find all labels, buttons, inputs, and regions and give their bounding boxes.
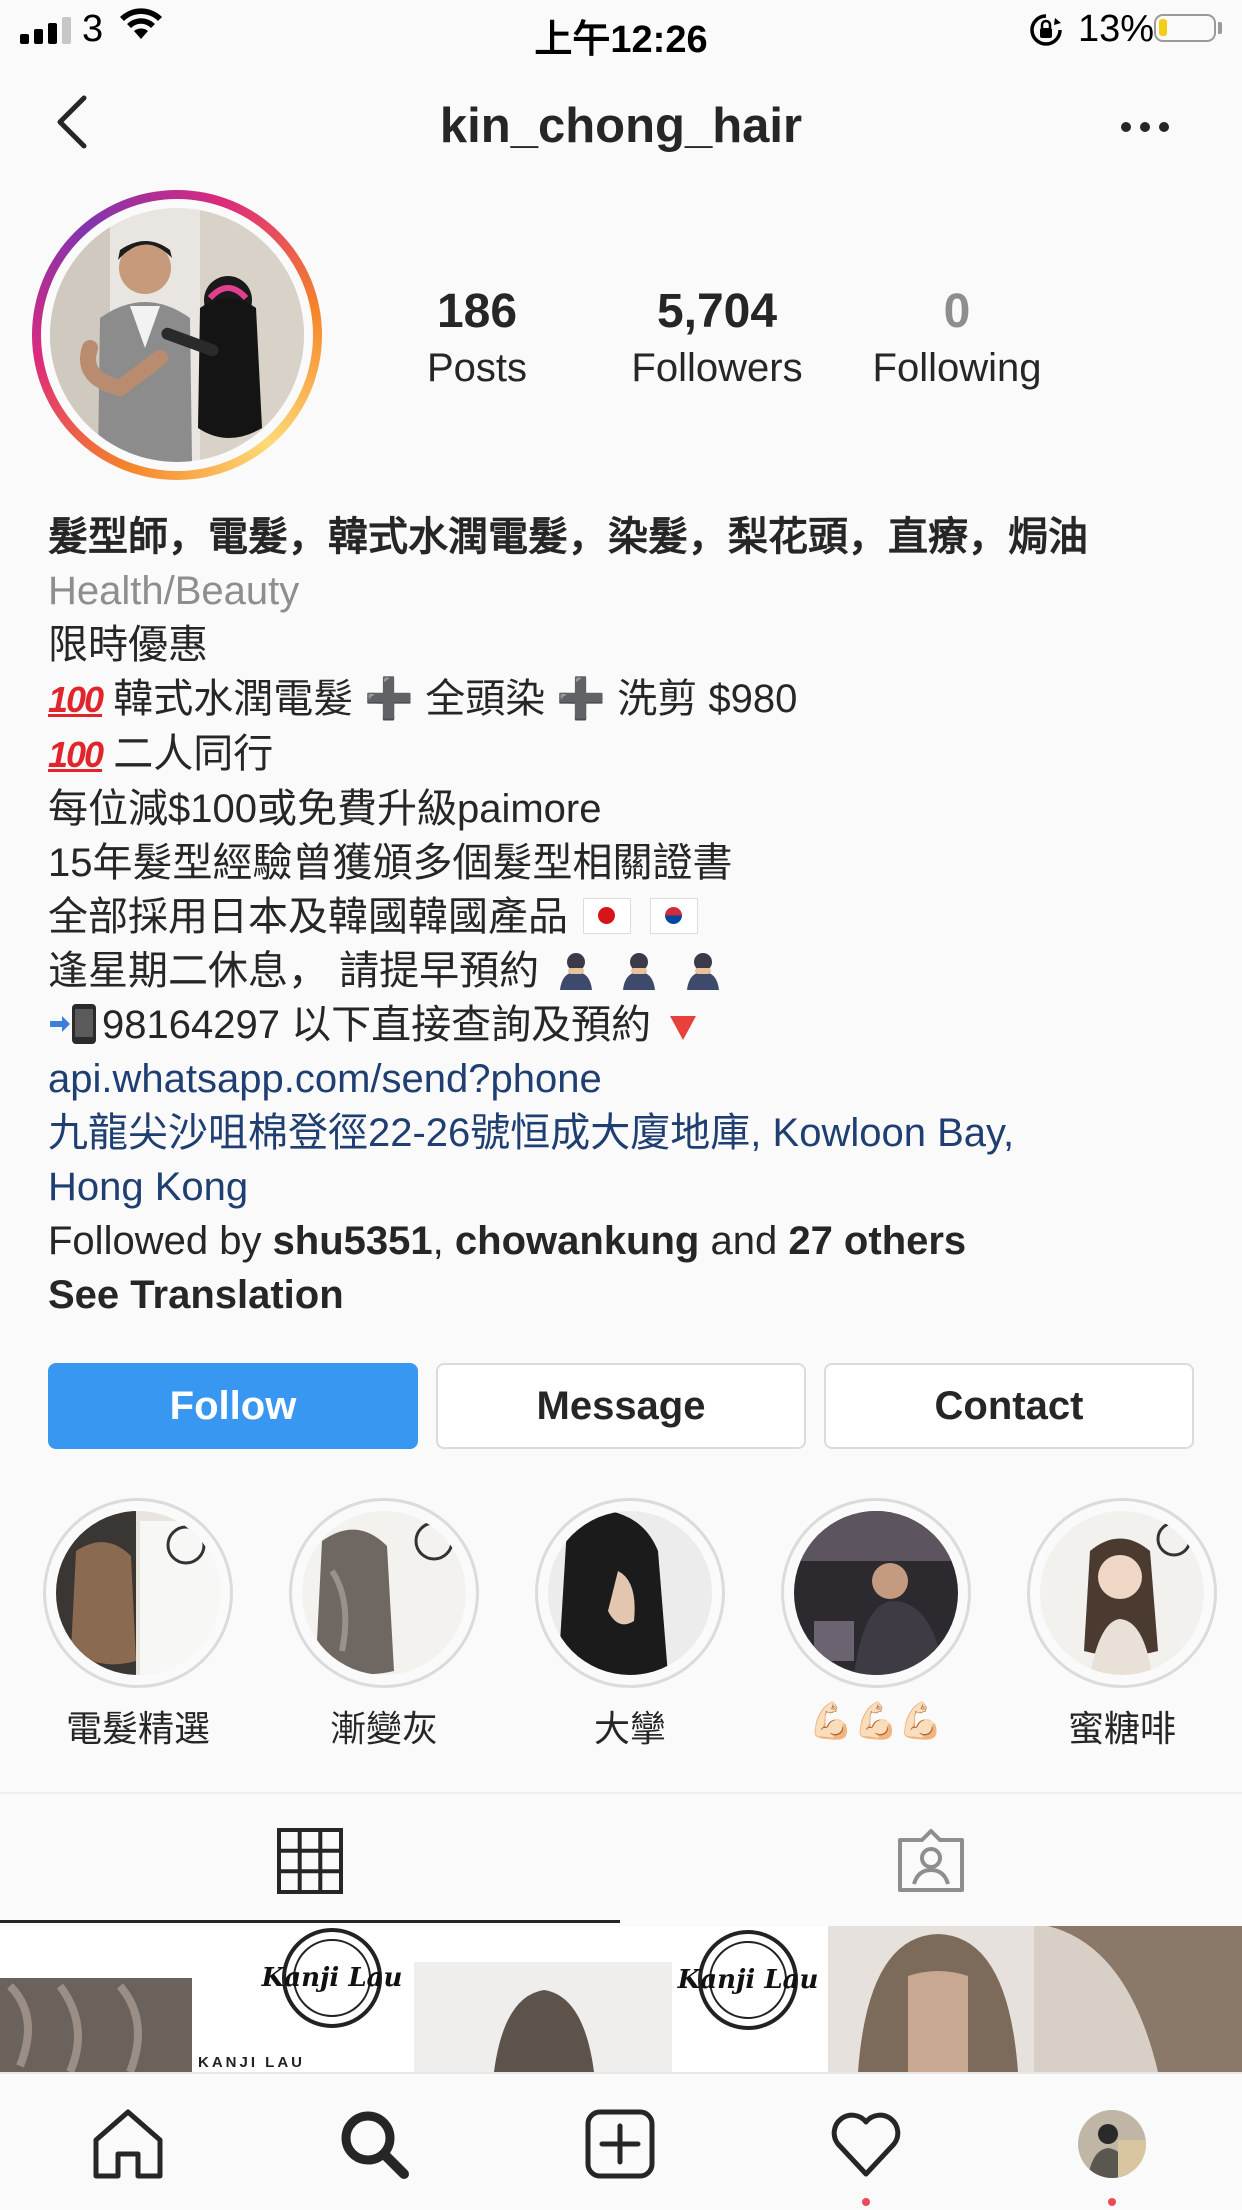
stat-following[interactable]: 0 Following — [837, 282, 1077, 394]
bio-line: 每位減$100或免費升級paimore — [48, 787, 602, 831]
japan-flag-icon — [583, 898, 632, 934]
following-count: 0 — [943, 285, 971, 338]
svg-text:Kanji Lau: Kanji Lau — [677, 1965, 819, 1995]
followed-by[interactable]: Followed by shu5351, chowankung and 27 o… — [48, 1214, 1208, 1268]
address-link[interactable]: 九龍尖沙咀棉登徑22-26號恒成大廈地庫, Kowloon Bay, — [48, 1106, 1208, 1160]
activity-notification-dot — [862, 2198, 870, 2206]
highlight-label: 電髮精選 — [65, 1708, 210, 1749]
stat-posts[interactable]: 186 Posts — [357, 282, 597, 394]
grid-view-icon[interactable] — [277, 1828, 343, 1894]
bowing-person-icon — [560, 953, 593, 990]
highlight-cover — [302, 1511, 466, 1675]
contact-button[interactable]: Contact — [824, 1363, 1194, 1449]
bio-line: 98164297 以下直接查詢及預約 — [48, 998, 1208, 1052]
search-icon[interactable] — [334, 2104, 414, 2184]
address-link-continued[interactable]: Hong Kong — [48, 1160, 1208, 1214]
grid-post[interactable] — [828, 1926, 1242, 2072]
highlight-item[interactable]: 電髮精選 — [38, 1498, 238, 1752]
highlight-cover — [56, 1511, 220, 1675]
highlight-cover — [794, 1511, 958, 1675]
more-icon[interactable] — [1120, 112, 1170, 142]
bowing-person-icon — [623, 953, 656, 990]
profile-bio: 髮型師，電髮，韓式水潤電髮，染髮，梨花頭，直療，焗油 Health/Beauty… — [48, 510, 1208, 1322]
profile-category: Health/Beauty — [48, 569, 300, 613]
profile-username: kin_chong_hair — [439, 99, 803, 153]
status-bar: 3 上午12:26 13% — [0, 0, 1242, 62]
battery-tip — [1218, 22, 1222, 34]
posts-count: 186 — [436, 285, 518, 338]
hundred-points-icon: 100 — [48, 734, 104, 775]
battery-percent: 13% — [1078, 8, 1155, 50]
brand-label: KANJI LAU — [198, 2054, 306, 2071]
posts-grid: Kanji Lau KANJI LAU Kanji Lau — [0, 1926, 1242, 2072]
bio-line: 全部採用日本及韓國韓國產品 — [48, 890, 1208, 944]
korea-flag-icon — [650, 898, 699, 934]
highlight-label: 漸變灰 — [329, 1708, 438, 1749]
see-translation-link[interactable]: See Translation — [48, 1268, 1208, 1322]
following-label: Following — [872, 346, 1042, 390]
home-icon[interactable] — [88, 2104, 168, 2184]
bio-line: 100 韓式水潤電髮 ➕ 全頭染 ➕ 洗剪 $980 — [48, 677, 798, 721]
follow-button[interactable]: Follow — [48, 1363, 418, 1449]
highlight-label: 大攣 — [593, 1708, 666, 1749]
svg-text:Kanji Lau: Kanji Lau — [261, 1963, 403, 1993]
bio-line: 15年髮型經驗曾獲頒多個髮型相關證書 — [48, 841, 733, 885]
bio-line: 逢星期二休息， 請提早預約 — [48, 944, 1208, 998]
bio-line: 限時優惠 — [48, 623, 208, 667]
highlight-label: 💪🏻💪🏻💪🏻 — [808, 1700, 944, 1741]
hundred-points-icon: 100 — [48, 679, 104, 720]
new-post-icon[interactable] — [580, 2104, 660, 2184]
highlight-item[interactable]: 大攣 — [530, 1498, 730, 1752]
stat-followers[interactable]: 5,704 Followers — [597, 282, 837, 394]
highlight-cover — [1040, 1511, 1204, 1675]
bottom-navigation — [0, 2072, 1242, 2210]
followers-label: Followers — [631, 346, 803, 390]
highlight-label: 蜜糖啡 — [1067, 1708, 1176, 1749]
battery-icon — [1154, 14, 1216, 42]
profile-notification-dot — [1108, 2198, 1116, 2206]
rotation-lock-icon — [1030, 14, 1062, 46]
highlight-item[interactable]: 漸變灰 — [284, 1498, 484, 1752]
bowing-person-icon — [686, 953, 719, 990]
highlight-item[interactable]: 蜜糖啡 — [1022, 1498, 1222, 1752]
grid-post[interactable]: Kanji Lau KANJI LAU — [0, 1926, 412, 2072]
followed-user: chowankung — [454, 1219, 700, 1263]
profile-tabs — [0, 1792, 1242, 1926]
activity-heart-icon[interactable] — [826, 2104, 906, 2184]
active-tab-indicator — [0, 1920, 620, 1923]
tagged-photos-icon[interactable] — [896, 1828, 966, 1894]
red-triangle-down-icon — [670, 1016, 697, 1040]
bio-line: 100 二人同行 — [48, 732, 274, 776]
followed-user: shu5351 — [272, 1219, 433, 1263]
profile-avatar[interactable] — [1078, 2110, 1146, 2178]
profile-avatar[interactable] — [32, 190, 322, 480]
highlight-cover — [548, 1511, 712, 1675]
followers-count: 5,704 — [656, 285, 778, 338]
avatar-photo — [50, 208, 304, 462]
message-button[interactable]: Message — [436, 1363, 806, 1449]
mobile-phone-arrow-icon — [50, 1004, 96, 1044]
profile-name: 髮型師，電髮，韓式水潤電髮，染髮，梨花頭，直療，焗油 — [48, 515, 1088, 559]
highlight-item[interactable]: 💪🏻💪🏻💪🏻 — [776, 1498, 976, 1742]
followed-others: 27 others — [788, 1219, 967, 1263]
grid-post[interactable]: Kanji Lau — [414, 1926, 826, 2072]
posts-label: Posts — [426, 346, 528, 390]
website-link[interactable]: api.whatsapp.com/send?phone — [48, 1052, 1208, 1106]
